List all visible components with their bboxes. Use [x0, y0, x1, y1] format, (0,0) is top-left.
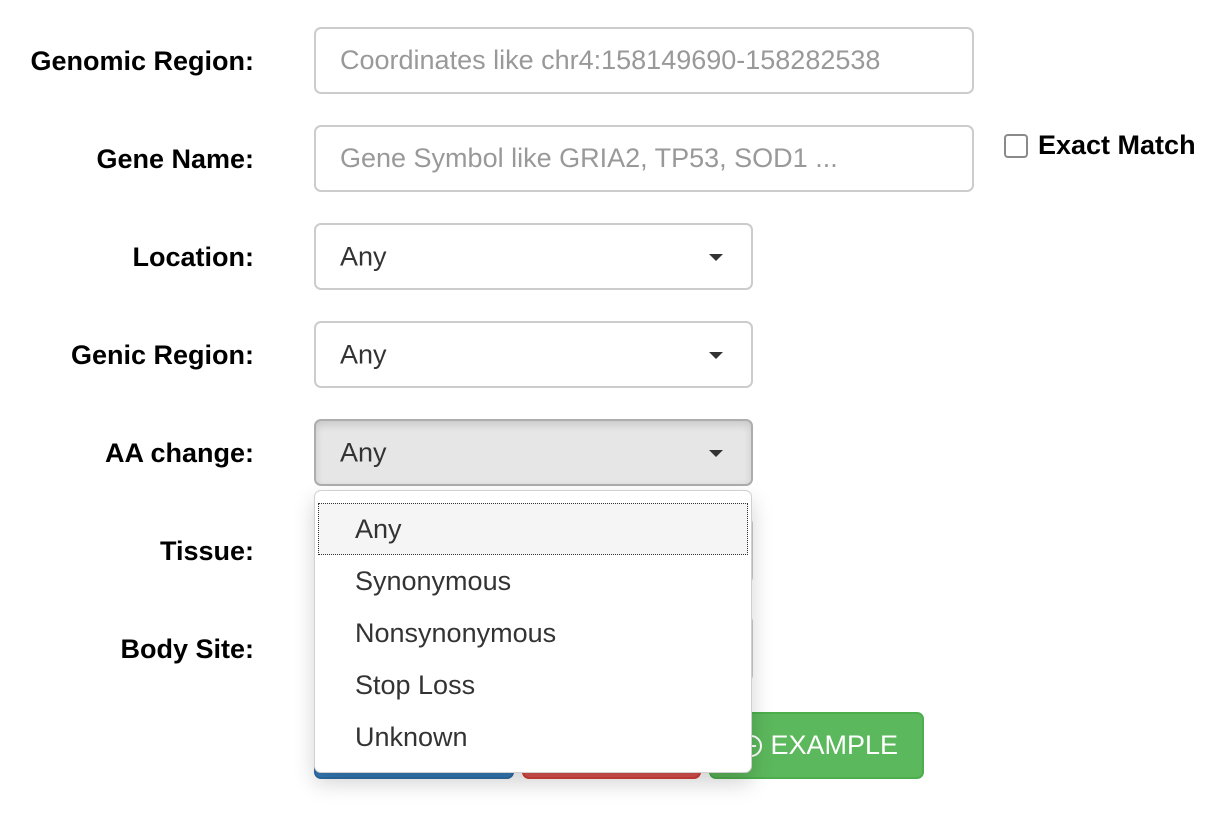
menu-item-nonsynonymous[interactable]: Nonsynonymous [315, 607, 751, 659]
body-site-label: Body Site: [120, 634, 254, 664]
menu-item-unknown[interactable]: Unknown [315, 711, 751, 763]
menu-item-synonymous[interactable]: Synonymous [315, 555, 751, 607]
genomic-region-label: Genomic Region: [30, 46, 254, 76]
aa-change-select[interactable]: Any [314, 419, 753, 486]
location-select[interactable]: Any [314, 223, 753, 290]
menu-item-stop-loss[interactable]: Stop Loss [315, 659, 751, 711]
aa-change-dropdown-menu: Any Synonymous Nonsynonymous Stop Loss U… [314, 490, 752, 773]
aa-change-label: AA change: [104, 438, 254, 468]
search-form: Genomic Region: Gene Name: Exact Match L… [0, 0, 1230, 828]
location-label: Location: [132, 242, 255, 272]
gene-name-label: Gene Name: [96, 144, 254, 174]
genic-region-select-value: Any [340, 339, 387, 369]
chevron-down-icon [709, 449, 723, 457]
genic-region-label: Genic Region: [70, 340, 254, 370]
aa-change-select-value: Any [340, 437, 387, 467]
location-select-value: Any [340, 241, 387, 271]
exact-match-label[interactable]: Exact Match [1038, 130, 1196, 161]
tissue-label: Tissue: [159, 536, 254, 566]
genic-region-select[interactable]: Any [314, 321, 753, 388]
gene-name-input[interactable] [314, 125, 974, 192]
exact-match-checkbox[interactable] [1004, 133, 1028, 158]
menu-item-any[interactable]: Any [318, 503, 748, 555]
chevron-down-icon [709, 253, 723, 261]
example-button-label: EXAMPLE [770, 730, 898, 760]
chevron-down-icon [709, 351, 723, 359]
genomic-region-input[interactable] [314, 27, 974, 94]
exact-match-checkbox-group[interactable]: Exact Match [1004, 130, 1196, 161]
